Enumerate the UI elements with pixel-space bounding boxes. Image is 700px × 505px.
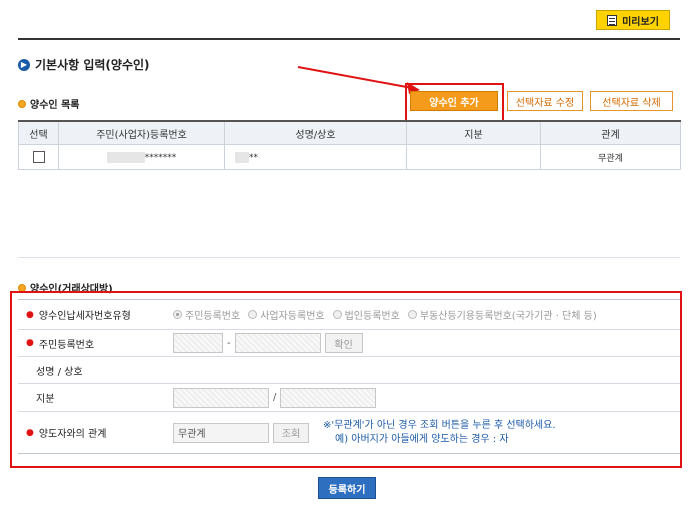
radio-icon (407, 310, 417, 319)
edit-selected-button[interactable]: 선택자료 수정 (507, 91, 583, 111)
form-row-resident-no: ● 주민등록번호 - 확인 (18, 330, 680, 357)
row-checkbox[interactable] (32, 151, 45, 163)
resident-no-label-text: 주민등록번호 (38, 339, 95, 351)
redacted-block (106, 151, 145, 163)
annotation-arrow (297, 66, 420, 94)
taxpayer-type-label-text: 양수인납세자번호유형 (38, 311, 131, 322)
share-denominator-input[interactable] (280, 387, 377, 408)
col-relation: 관계 (540, 120, 681, 145)
list-title-text: 양수인 목록 (30, 100, 80, 111)
radio-label: 부동산등기용등록번호(국가기관 · 단체 등) (419, 311, 597, 322)
row-relation-cell: 무관계 (540, 144, 681, 170)
col-id-number: 주민(사업자)등록번호 (58, 120, 225, 145)
col-share: 지분 (406, 120, 541, 145)
check-button[interactable]: 확인 (324, 333, 363, 353)
share-fields: / (173, 384, 680, 411)
row-id-masked: ******* (144, 152, 177, 163)
required-icon: ● (26, 427, 34, 438)
redacted-block (235, 151, 249, 163)
radio-label: 법인등록번호 (344, 311, 400, 322)
radio-label: 사업자등록번호 (260, 311, 325, 322)
taxpayer-type-label: ● 양수인납세자번호유형 (18, 300, 168, 329)
resident-no-back-input[interactable] (234, 333, 321, 353)
relation-input[interactable]: 무관계 (173, 422, 269, 443)
relation-note-line2: 예) 아버지가 아들에게 양도하는 경우 : 자 (335, 433, 509, 445)
bullet-icon (18, 99, 26, 108)
form-row-relation: ● 양도자와의 관계 무관계 조회 ※'무관계'가 아닌 경우 조회 버튼을 누… (18, 412, 680, 454)
list-title: 양수인 목록 (18, 96, 79, 111)
col-select: 선택 (18, 120, 59, 145)
section-divider (18, 257, 680, 258)
form-row-taxpayer-type: ● 양수인납세자번호유형 주민등록번호 사업자등록번호 법인등록번호 부동산등기… (18, 299, 680, 330)
resident-no-front-input[interactable] (173, 333, 223, 353)
radio-registry[interactable]: 부동산등기용등록번호(국가기관 · 단체 등) (407, 307, 597, 322)
col-name: 성명/상호 (224, 120, 407, 145)
delete-selected-button[interactable]: 선택자료 삭제 (590, 91, 673, 111)
table-header-row: 선택 주민(사업자)등록번호 성명/상호 지분 관계 (18, 120, 681, 145)
relation-fields: 무관계 조회 ※'무관계'가 아닌 경우 조회 버튼을 누른 후 선택하세요. … (173, 412, 680, 453)
share-numerator-input[interactable] (173, 387, 269, 408)
share-separator: / (273, 392, 277, 403)
form-row-name: 성명 / 상호 (18, 357, 680, 384)
transferee-table: 선택 주민(사업자)등록번호 성명/상호 지분 관계 ******* ** 무관… (18, 120, 681, 170)
share-label: 지분 (36, 394, 55, 405)
resident-no-separator: - (227, 337, 231, 349)
relation-note-line1: ※'무관계'가 아닌 경우 조회 버튼을 누른 후 선택하세요. (323, 419, 556, 431)
radio-business[interactable]: 사업자등록번호 (248, 307, 325, 322)
relation-label: ● 양도자와의 관계 (18, 412, 168, 453)
add-transferee-button[interactable]: 양수인 추가 (410, 91, 498, 111)
lookup-button[interactable]: 조회 (273, 422, 309, 443)
relation-note: ※'무관계'가 아닌 경우 조회 버튼을 누른 후 선택하세요. 예) 아버지가… (323, 419, 556, 447)
taxpayer-type-options: 주민등록번호 사업자등록번호 법인등록번호 부동산등기용등록번호(국가기관 · … (173, 300, 680, 329)
radio-label: 주민등록번호 (185, 311, 241, 322)
radio-corporate[interactable]: 법인등록번호 (332, 307, 400, 322)
relation-label-text: 양도자와의 관계 (38, 429, 107, 440)
resident-no-label: ● 주민등록번호 (18, 330, 168, 356)
row-select-cell (18, 144, 59, 170)
radio-resident[interactable]: 주민등록번호 (173, 307, 240, 322)
row-name-masked: ** (249, 152, 258, 163)
row-share-cell (406, 144, 541, 170)
row-name-cell: ** (224, 144, 407, 170)
required-icon: ● (26, 338, 34, 348)
required-icon: ● (26, 309, 34, 320)
name-label: 성명 / 상호 (36, 366, 83, 378)
radio-icon (248, 310, 258, 319)
radio-icon (173, 310, 182, 319)
register-button[interactable]: 등록하기 (318, 477, 376, 499)
table-row: ******* ** 무관계 (18, 144, 681, 170)
resident-no-fields: - 확인 (173, 330, 680, 356)
row-id-cell: ******* (58, 144, 225, 170)
radio-icon (332, 310, 342, 319)
form-row-share: 지분 / (18, 384, 680, 412)
